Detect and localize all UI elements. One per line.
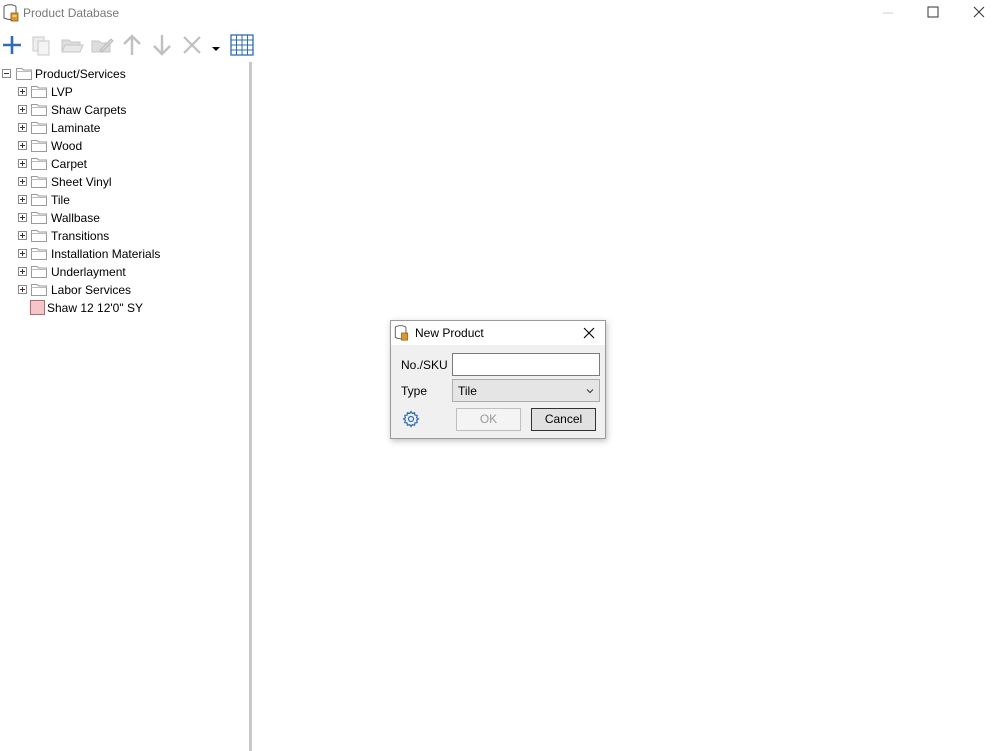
dialog-titlebar[interactable]: New Product — [391, 321, 605, 345]
ok-button[interactable]: OK — [456, 408, 521, 431]
tree-folder-label: Sheet Vinyl — [51, 175, 112, 189]
tree-folder[interactable]: Carpet — [0, 155, 250, 173]
tree-folder-label: LVP — [51, 85, 73, 99]
window-titlebar: Product Database — [0, 0, 1001, 26]
new-product-dialog: New Product No./SKU Type Tile OK Cancel — [390, 320, 606, 439]
folder-icon — [31, 158, 47, 170]
cancel-button[interactable]: Cancel — [531, 408, 596, 431]
tree-folder-label: Wallbase — [51, 211, 100, 225]
copy-icon[interactable] — [30, 33, 54, 57]
folder-icon — [31, 248, 47, 260]
expand-icon[interactable] — [18, 159, 27, 168]
expand-icon[interactable] — [18, 123, 27, 132]
type-label: Type — [401, 384, 428, 398]
tree-folder[interactable]: Wallbase — [0, 209, 250, 227]
close-icon[interactable] — [581, 325, 597, 341]
tree-folder[interactable]: Laminate — [0, 119, 250, 137]
add-icon[interactable] — [0, 33, 24, 57]
database-app-icon — [3, 4, 19, 22]
type-select[interactable]: Tile — [452, 379, 600, 402]
tree-folder[interactable]: Underlayment — [0, 263, 250, 281]
product-color-swatch — [30, 300, 45, 315]
tree-folder[interactable]: Sheet Vinyl — [0, 173, 250, 191]
tree-folder[interactable]: Installation Materials — [0, 245, 250, 263]
expand-icon[interactable] — [18, 249, 27, 258]
tree-product-label: Shaw 12 12'0" SY — [47, 301, 143, 315]
sku-input[interactable] — [452, 353, 600, 376]
minimize-icon[interactable] — [865, 0, 911, 26]
folder-icon — [31, 266, 47, 278]
tree-folder-label: Underlayment — [51, 265, 126, 279]
dropdown-arrow-icon[interactable] — [204, 33, 228, 57]
folder-icon — [31, 176, 47, 188]
gear-icon[interactable] — [402, 410, 420, 428]
tree-folder[interactable]: Tile — [0, 191, 250, 209]
tree-folder-label: Tile — [51, 193, 70, 207]
expand-icon[interactable] — [18, 141, 27, 150]
folder-icon — [31, 194, 47, 206]
expand-icon[interactable] — [18, 231, 27, 240]
tree-folder-label: Transitions — [51, 229, 110, 243]
expand-icon[interactable] — [18, 285, 27, 294]
folder-icon — [31, 284, 47, 296]
tree-root[interactable]: Product/Services — [0, 65, 250, 83]
toolbar — [0, 30, 260, 60]
tree-folder-label: Labor Services — [51, 283, 132, 297]
tree-folder-label: Shaw Carpets — [51, 103, 127, 117]
database-app-icon — [394, 325, 409, 341]
folder-icon — [16, 68, 32, 80]
tree-folder-label: Installation Materials — [51, 247, 161, 261]
tree-product-item[interactable]: Shaw 12 12'0" SY — [0, 299, 250, 317]
tree-folder-label: Wood — [51, 139, 83, 153]
folder-icon — [31, 230, 47, 242]
move-down-icon[interactable] — [150, 33, 174, 57]
dialog-title: New Product — [415, 326, 484, 340]
move-up-icon[interactable] — [120, 33, 144, 57]
window-title: Product Database — [23, 6, 120, 20]
expand-icon[interactable] — [18, 105, 27, 114]
folder-icon — [31, 122, 47, 134]
folder-icon — [31, 140, 47, 152]
grid-icon[interactable] — [230, 33, 254, 57]
open-folder-icon[interactable] — [60, 33, 84, 57]
delete-icon[interactable] — [180, 33, 204, 57]
product-tree-panel: Product/Services LVP Shaw Carpets Lamina… — [0, 62, 252, 751]
folder-icon — [31, 104, 47, 116]
maximize-icon[interactable] — [910, 0, 956, 26]
chevron-down-icon — [586, 389, 594, 394]
tree-folder[interactable]: Wood — [0, 137, 250, 155]
tree-folder-label: Laminate — [51, 121, 101, 135]
folder-icon — [31, 212, 47, 224]
folder-icon — [31, 86, 47, 98]
expand-icon[interactable] — [18, 195, 27, 204]
tree-folder[interactable]: Shaw Carpets — [0, 101, 250, 119]
tree-folder[interactable]: Transitions — [0, 227, 250, 245]
sku-label: No./SKU — [401, 358, 448, 372]
edit-icon[interactable] — [90, 33, 114, 57]
collapse-icon[interactable] — [2, 69, 11, 78]
type-selected-value: Tile — [458, 384, 477, 398]
expand-icon[interactable] — [18, 267, 27, 276]
expand-icon[interactable] — [18, 213, 27, 222]
tree-folder-label: Carpet — [51, 157, 88, 171]
expand-icon[interactable] — [18, 87, 27, 96]
tree-folder[interactable]: LVP — [0, 83, 250, 101]
tree-folder[interactable]: Labor Services — [0, 281, 250, 299]
tree-root-label: Product/Services — [35, 67, 126, 81]
expand-icon[interactable] — [18, 177, 27, 186]
close-icon[interactable] — [955, 0, 1001, 26]
